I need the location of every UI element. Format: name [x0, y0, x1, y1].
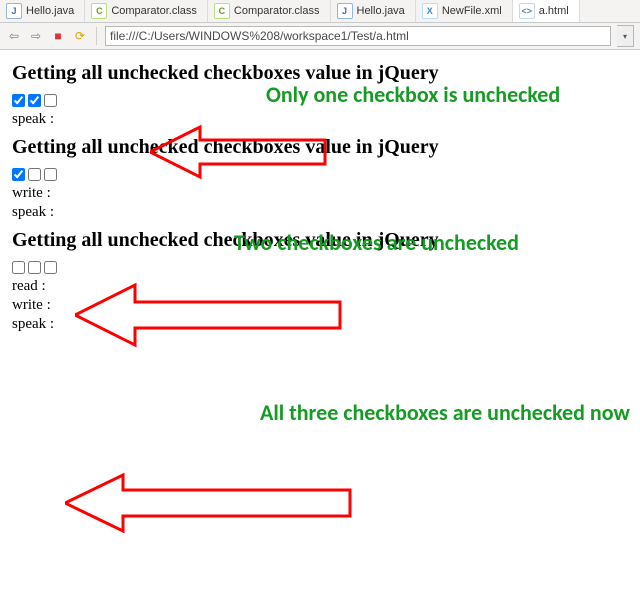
output-line: write : — [12, 297, 628, 314]
address-dropdown-icon[interactable]: ▾ — [617, 25, 634, 47]
tab-a-html[interactable]: <> a.html — [513, 0, 580, 22]
checkbox-3[interactable] — [44, 94, 57, 107]
checkbox-3[interactable] — [44, 168, 57, 181]
file-icon: <> — [519, 3, 535, 19]
tab-hello-java[interactable]: J Hello.java — [331, 0, 416, 22]
tab-label: Comparator.class — [234, 5, 320, 17]
page-body: Only one checkbox is unchecked Two check… — [0, 50, 640, 333]
checkbox-row — [12, 91, 628, 109]
checkbox-row — [12, 165, 628, 183]
checkbox-row — [12, 258, 628, 276]
section-heading: Getting all unchecked checkboxes value i… — [12, 136, 628, 159]
browser-toolbar: ⇦ ⇨ ■ ⟳ file:///C:/Users/WINDOWS%208/wor… — [0, 23, 640, 50]
file-icon: C — [214, 3, 230, 19]
tab-label: Hello.java — [26, 5, 74, 17]
checkbox-1[interactable] — [12, 168, 25, 181]
editor-tab-strip: J Hello.java C Comparator.class C Comparator.… — [0, 0, 640, 23]
file-icon: J — [6, 3, 22, 19]
tab-comparator-class[interactable]: C Comparator.class — [85, 0, 208, 22]
back-icon[interactable]: ⇦ — [6, 28, 22, 44]
file-icon: J — [337, 3, 353, 19]
section-heading: Getting all unchecked checkboxes value i… — [12, 229, 628, 252]
file-icon: X — [422, 3, 438, 19]
tab-label: Comparator.class — [111, 5, 197, 17]
output-line: speak : — [12, 316, 628, 333]
forward-icon[interactable]: ⇨ — [28, 28, 44, 44]
output-line: read : — [12, 278, 628, 295]
refresh-icon[interactable]: ⟳ — [72, 28, 88, 44]
checkbox-3[interactable] — [44, 261, 57, 274]
tab-newfile-xml[interactable]: X NewFile.xml — [416, 0, 513, 22]
toolbar-separator — [96, 27, 97, 45]
tab-label: NewFile.xml — [442, 5, 502, 17]
arrow-3-icon — [65, 470, 355, 536]
address-text: file:///C:/Users/WINDOWS%208/workspace1/… — [110, 29, 409, 43]
file-icon: C — [91, 3, 107, 19]
checkbox-2[interactable] — [28, 261, 41, 274]
checkbox-1[interactable] — [12, 261, 25, 274]
output-line: speak : — [12, 111, 628, 128]
section-heading: Getting all unchecked checkboxes value i… — [12, 62, 628, 85]
output-line: write : — [12, 185, 628, 202]
tab-label: a.html — [539, 5, 569, 17]
checkbox-1[interactable] — [12, 94, 25, 107]
annotation-3: All three checkboxes are unchecked now — [260, 400, 630, 425]
checkbox-2[interactable] — [28, 168, 41, 181]
tab-hello-java[interactable]: J Hello.java — [0, 0, 85, 22]
stop-icon[interactable]: ■ — [50, 28, 66, 44]
checkbox-2[interactable] — [28, 94, 41, 107]
output-line: speak : — [12, 204, 628, 221]
tab-label: Hello.java — [357, 5, 405, 17]
address-bar[interactable]: file:///C:/Users/WINDOWS%208/workspace1/… — [105, 26, 611, 46]
tab-comparator-class[interactable]: C Comparator.class — [208, 0, 331, 22]
